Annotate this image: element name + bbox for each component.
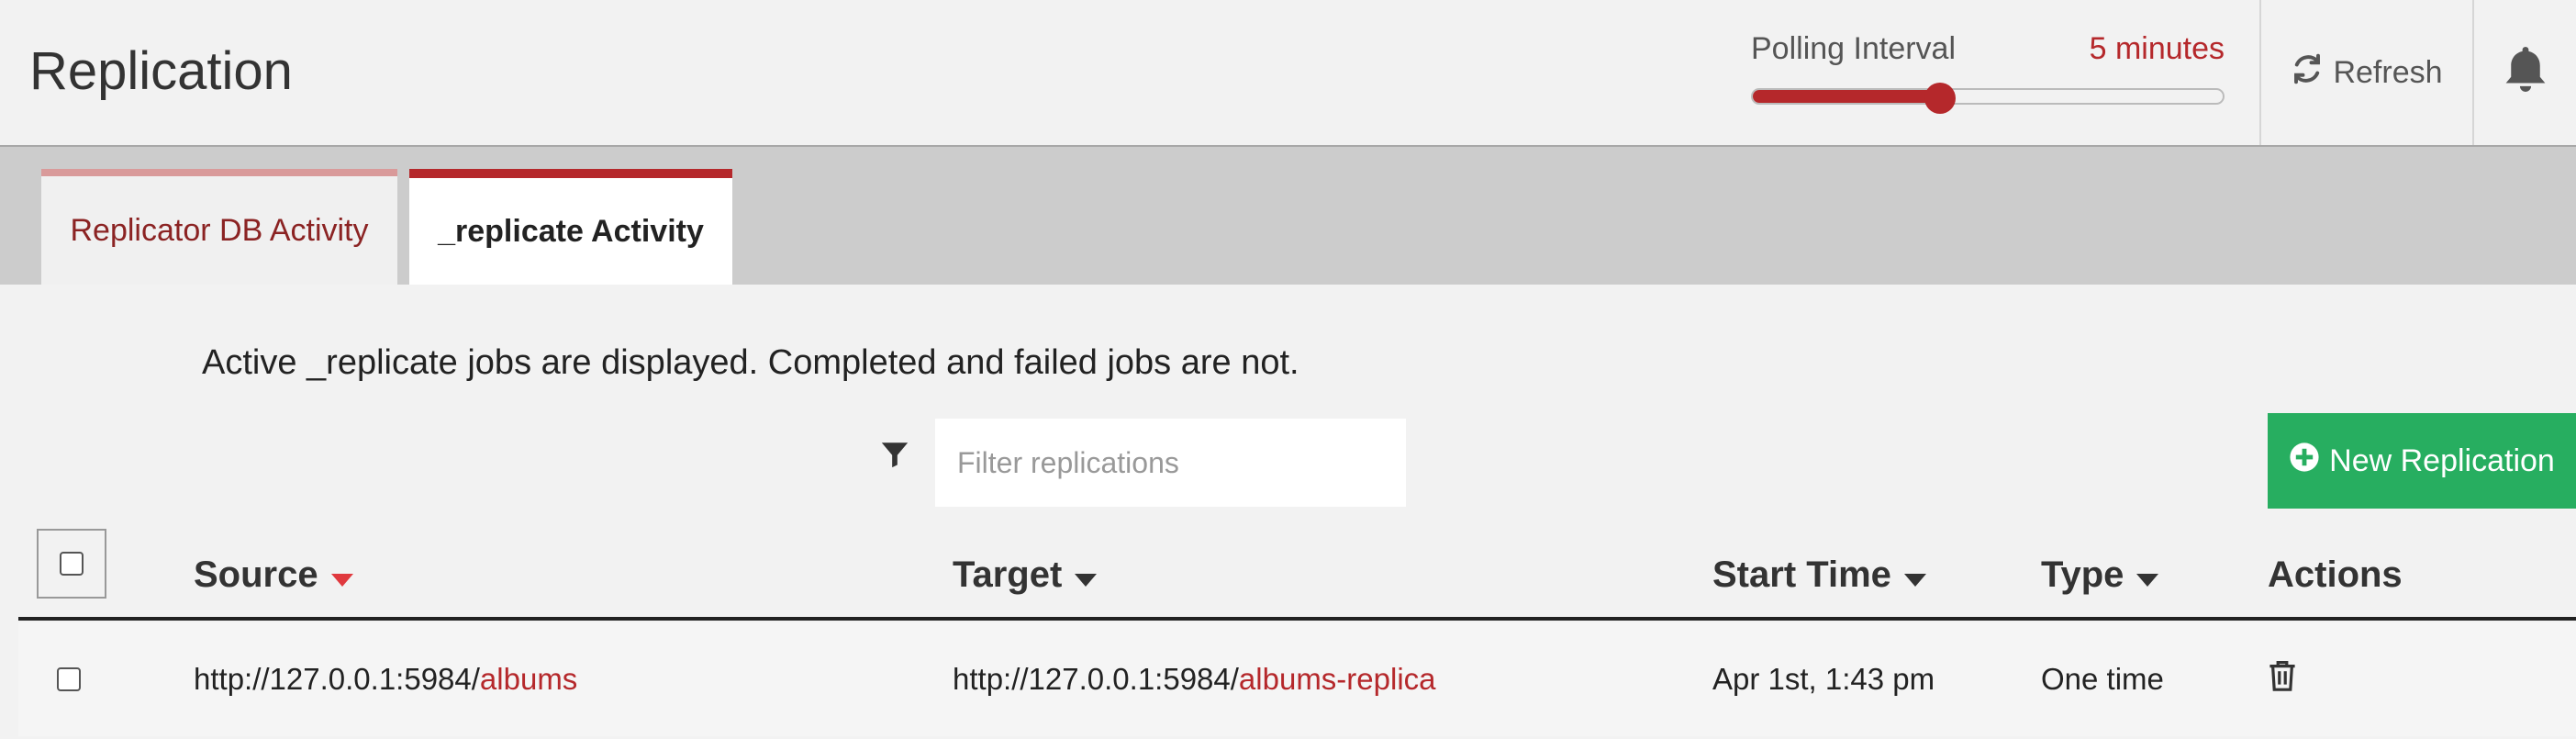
sort-caret-down-icon — [1075, 554, 1098, 596]
target-db-link[interactable]: albums-replica — [1239, 662, 1436, 697]
sort-caret-down-icon — [330, 554, 353, 596]
app-header: Replication Polling Interval 5 minutes R… — [0, 0, 2576, 147]
tab-label: _replicate Activity — [438, 213, 704, 249]
column-label: Target — [953, 554, 1063, 595]
start-time-cell: Apr 1st, 1:43 pm — [1712, 662, 1935, 696]
target-cell: http://127.0.0.1:5984/albums-replica — [953, 622, 1436, 736]
column-label: Type — [2041, 554, 2124, 595]
type-cell: One time — [2041, 662, 2164, 696]
slider-fill — [1753, 90, 1941, 103]
slider-thumb[interactable] — [1924, 83, 1957, 114]
column-header-actions: Actions — [2268, 554, 2403, 596]
select-all-checkbox[interactable] — [60, 552, 84, 576]
column-header-start-time[interactable]: Start Time — [1712, 554, 1926, 596]
column-header-target[interactable]: Target — [953, 554, 1098, 596]
refresh-icon — [2291, 52, 2324, 94]
polling-interval: Polling Interval 5 minutes — [1751, 28, 2225, 119]
source-cell: http://127.0.0.1:5984/albums — [194, 622, 577, 736]
delete-replication-button[interactable] — [2268, 659, 2297, 700]
row-checkbox[interactable] — [57, 667, 81, 691]
notifications-button[interactable] — [2474, 0, 2576, 145]
plus-circle-icon — [2289, 442, 2320, 481]
polling-interval-label: Polling Interval — [1751, 31, 1957, 66]
trash-icon — [2268, 661, 2297, 699]
column-label: Actions — [2268, 554, 2403, 595]
sort-caret-down-icon — [1903, 554, 1926, 596]
row-checkbox-cell[interactable] — [57, 622, 81, 736]
refresh-button[interactable]: Refresh — [2261, 0, 2472, 145]
source-prefix: http://127.0.0.1:5984/ — [194, 662, 480, 696]
actions-cell — [2268, 622, 2297, 736]
new-replication-button[interactable]: New Replication — [2268, 413, 2576, 509]
tab-replicate-activity[interactable]: _replicate Activity — [409, 169, 732, 285]
sort-caret-down-icon — [2136, 554, 2159, 596]
column-label: Source — [194, 554, 318, 595]
refresh-label: Refresh — [2333, 54, 2443, 90]
column-label: Start Time — [1712, 554, 1891, 595]
tabs-bar: Replicator DB Activity _replicate Activi… — [0, 147, 2576, 285]
filter-replications-input[interactable] — [935, 419, 1406, 507]
page-title: Replication — [29, 41, 293, 101]
target-prefix: http://127.0.0.1:5984/ — [953, 662, 1239, 696]
column-header-source[interactable]: Source — [194, 554, 353, 596]
polling-interval-slider[interactable] — [1751, 88, 2225, 105]
bell-icon — [2501, 43, 2550, 103]
column-header-type[interactable]: Type — [2041, 554, 2159, 596]
filter-icon — [879, 439, 910, 475]
select-all-checkbox-wrapper[interactable] — [37, 529, 106, 599]
info-message: Active _replicate jobs are displayed. Co… — [202, 343, 1299, 382]
table-row: http://127.0.0.1:5984/albums http://127.… — [18, 622, 2576, 736]
source-db-link[interactable]: albums — [480, 662, 577, 697]
tab-label: Replicator DB Activity — [70, 212, 369, 248]
tab-replicator-db-activity[interactable]: Replicator DB Activity — [41, 169, 397, 285]
table-header-divider — [18, 617, 2576, 621]
polling-interval-value: 5 minutes — [2089, 31, 2225, 66]
new-replication-label: New Replication — [2329, 442, 2555, 478]
